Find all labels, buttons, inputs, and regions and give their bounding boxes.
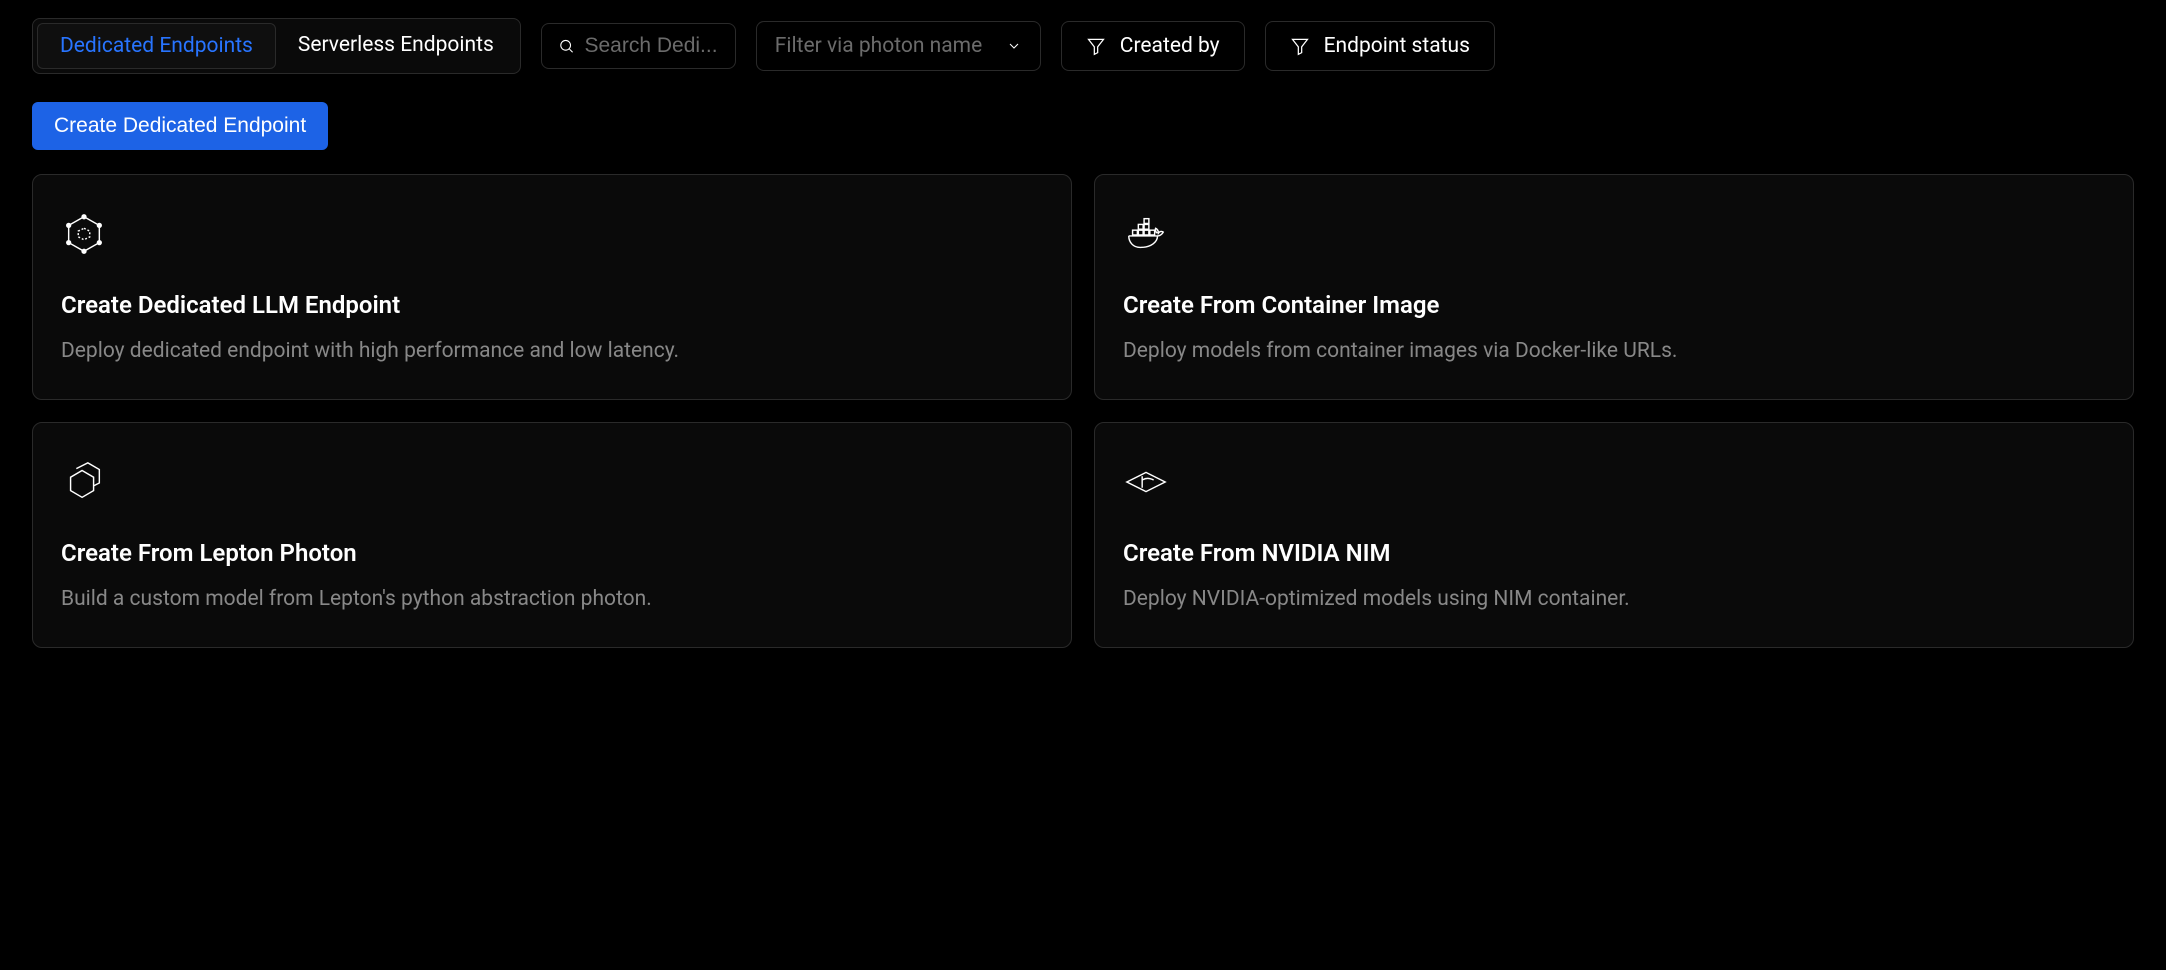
filter-label: Created by bbox=[1120, 34, 1220, 58]
docker-icon bbox=[1123, 211, 1169, 257]
card-grid: Create Dedicated LLM Endpoint Deploy ded… bbox=[32, 174, 2134, 648]
search-icon bbox=[558, 36, 575, 56]
tab-dedicated[interactable]: Dedicated Endpoints bbox=[37, 23, 276, 69]
card-description: Build a custom model from Lepton's pytho… bbox=[61, 587, 1043, 611]
photon-filter-select[interactable]: Filter via photon name bbox=[756, 21, 1041, 71]
tab-label: Dedicated Endpoints bbox=[60, 34, 253, 58]
card-title: Create From Container Image bbox=[1123, 291, 2105, 319]
hexagon-network-icon bbox=[61, 211, 107, 257]
card-description: Deploy models from container images via … bbox=[1123, 339, 2105, 363]
chevron-down-icon bbox=[1006, 38, 1022, 54]
hexagon-stack-icon bbox=[61, 459, 107, 505]
created-by-filter[interactable]: Created by bbox=[1061, 21, 1245, 71]
filter-icon bbox=[1086, 36, 1106, 56]
tab-label: Serverless Endpoints bbox=[298, 33, 494, 57]
tab-serverless[interactable]: Serverless Endpoints bbox=[276, 23, 516, 69]
card-nvidia-nim[interactable]: Create From NVIDIA NIM Deploy NVIDIA-opt… bbox=[1094, 422, 2134, 648]
card-lepton-photon[interactable]: Create From Lepton Photon Build a custom… bbox=[32, 422, 1072, 648]
search-input[interactable] bbox=[584, 34, 718, 58]
filter-icon bbox=[1290, 36, 1310, 56]
card-title: Create From Lepton Photon bbox=[61, 539, 1043, 567]
card-llm-endpoint[interactable]: Create Dedicated LLM Endpoint Deploy ded… bbox=[32, 174, 1072, 400]
select-placeholder: Filter via photon name bbox=[775, 34, 982, 58]
tab-group: Dedicated Endpoints Serverless Endpoints bbox=[32, 18, 521, 74]
filter-label: Endpoint status bbox=[1324, 34, 1470, 58]
toolbar: Dedicated Endpoints Serverless Endpoints… bbox=[32, 18, 2134, 74]
nvidia-icon bbox=[1123, 459, 1169, 505]
endpoint-status-filter[interactable]: Endpoint status bbox=[1265, 21, 1495, 71]
card-description: Deploy dedicated endpoint with high perf… bbox=[61, 339, 1043, 363]
card-title: Create Dedicated LLM Endpoint bbox=[61, 291, 1043, 319]
card-title: Create From NVIDIA NIM bbox=[1123, 539, 2105, 567]
card-description: Deploy NVIDIA-optimized models using NIM… bbox=[1123, 587, 2105, 611]
create-dedicated-endpoint-button[interactable]: Create Dedicated Endpoint bbox=[32, 102, 328, 150]
card-container-image[interactable]: Create From Container Image Deploy model… bbox=[1094, 174, 2134, 400]
button-label: Create Dedicated Endpoint bbox=[54, 114, 306, 137]
search-box[interactable] bbox=[541, 23, 736, 69]
